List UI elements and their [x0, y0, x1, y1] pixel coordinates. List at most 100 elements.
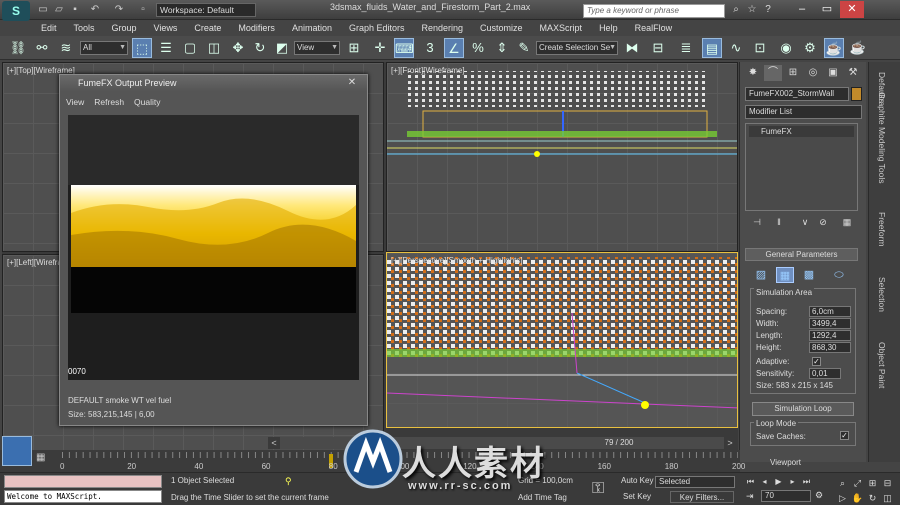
save-file-icon[interactable]: ▪ — [68, 3, 82, 17]
minimize-button[interactable]: – — [790, 1, 814, 18]
rendered-frame-window-icon[interactable]: ☕ — [824, 38, 844, 58]
hold-icon[interactable]: ▫ — [136, 3, 150, 17]
modifier-list-dropdown[interactable]: Modifier List — [745, 105, 862, 119]
window-crossing-icon[interactable]: ◫ — [204, 38, 224, 58]
move-icon[interactable]: ✥ — [228, 38, 248, 58]
app-menu-logo-icon[interactable]: S — [2, 1, 30, 21]
length-field[interactable]: 1292,4 — [809, 330, 851, 341]
pin-stack-icon[interactable]: ⊣ — [750, 216, 764, 228]
current-frame-field[interactable]: 70 — [761, 490, 811, 502]
menu-views[interactable]: Views — [143, 20, 184, 36]
maximize-button[interactable]: ▭ — [815, 1, 839, 18]
schematic-view-icon[interactable]: ⊡ — [750, 38, 770, 58]
open-mini-curve-editor-icon[interactable]: ▦ — [36, 452, 52, 466]
viewport-label[interactable]: [+][Front][Wireframe] — [391, 66, 465, 75]
zoom-all-icon[interactable]: ⤢ — [851, 477, 864, 489]
hierarchy-tab-icon[interactable]: ⊞ — [784, 65, 802, 81]
modifier-stack-item[interactable]: FumeFX — [749, 126, 854, 137]
graphite-modeling-tab[interactable]: Graphite Modeling Tools — [877, 92, 887, 184]
new-file-icon[interactable]: ▭ — [36, 3, 50, 17]
zoom-extents-icon[interactable]: ⊞ — [866, 477, 879, 489]
angle-snap-icon[interactable]: ∠ — [444, 38, 464, 58]
time-configuration-icon[interactable]: ⚙ — [815, 490, 828, 502]
mirror-icon[interactable]: ⧓ — [622, 38, 642, 58]
pivot-center-icon[interactable]: ⊞ — [344, 38, 364, 58]
unlink-icon[interactable]: ⚯ — [32, 38, 52, 58]
layer-manager-icon[interactable]: ≣ — [676, 38, 696, 58]
create-tab-icon[interactable]: ✸ — [744, 65, 762, 81]
menu-maxscript[interactable]: MAXScript — [529, 20, 589, 36]
time-slider[interactable]: < 79 / 200 > — [268, 437, 738, 449]
time-slider-next-icon[interactable]: > — [724, 437, 736, 449]
object-name-field[interactable]: FumeFX002_StormWall — [745, 87, 849, 101]
menu-group[interactable]: Group — [101, 20, 143, 36]
snaps-toggle-icon[interactable]: 3 — [420, 38, 440, 58]
set-key-button[interactable]: Set Key — [623, 492, 651, 501]
time-slider-prev-icon[interactable]: < — [268, 437, 280, 449]
menu-tools[interactable]: Tools — [63, 20, 101, 36]
height-field[interactable]: 868,30 — [809, 342, 851, 353]
fumefx-render-icon[interactable]: ▨ — [752, 267, 770, 283]
named-selection-dropdown[interactable]: Create Selection Se — [536, 41, 618, 55]
track-bar[interactable]: ▦ 0 20 40 60 80 100 120 140 160 180 200 — [0, 436, 745, 472]
viewport-rollout[interactable]: Viewport — [770, 458, 801, 467]
menu-modifiers[interactable]: Modifiers — [227, 20, 281, 36]
reference-coordinate-dropdown[interactable]: View — [294, 41, 340, 55]
render-setup-icon[interactable]: ⚙ — [800, 38, 820, 58]
edit-named-selection-icon[interactable]: ✎ — [514, 38, 534, 58]
goto-start-icon[interactable]: ⏮ — [744, 476, 757, 488]
configure-modifier-sets-icon[interactable]: ▦ — [840, 216, 854, 228]
menu-realflow[interactable]: RealFlow — [624, 20, 679, 36]
viewport-perspective[interactable]: [+][Perspective][Smooth + Highlights] — [386, 252, 738, 428]
menu-create[interactable]: Create — [183, 20, 227, 36]
redo-icon[interactable]: ↷ — [112, 3, 126, 17]
fumefx-window-title[interactable]: FumeFX Output Preview — [60, 75, 367, 91]
search-input[interactable]: Type a keyword or phrase — [583, 4, 725, 18]
spacing-field[interactable]: 6,0cm — [809, 306, 851, 317]
open-file-icon[interactable]: ▱ — [52, 3, 66, 17]
goto-end-icon[interactable]: ⏭ — [800, 476, 813, 488]
object-color-swatch[interactable] — [851, 87, 862, 101]
modify-tab-icon[interactable]: ⌒ — [764, 65, 782, 81]
maxscript-listener-input[interactable] — [4, 475, 162, 488]
display-tab-icon[interactable]: ▣ — [824, 65, 842, 81]
selection-lock-icon[interactable]: ⚲ — [285, 476, 297, 488]
render-production-icon[interactable]: ☕ — [848, 38, 868, 58]
fumefx-menu-view[interactable]: View — [66, 95, 84, 109]
modifier-stack[interactable]: FumeFX — [745, 123, 858, 211]
viewport-front[interactable]: [+][Front][Wireframe] — [386, 62, 738, 252]
spinner-snap-icon[interactable]: ⇕ — [492, 38, 512, 58]
curve-editor-icon[interactable]: ∿ — [726, 38, 746, 58]
menu-graph-editors[interactable]: Graph Editors — [338, 20, 411, 36]
motion-tab-icon[interactable]: ◎ — [804, 65, 822, 81]
bind-spacewarp-icon[interactable]: ≋ — [56, 38, 76, 58]
maxscript-listener-output[interactable]: Welcome to MAXScript. — [4, 490, 162, 503]
remove-modifier-icon[interactable]: ⊘ — [816, 216, 830, 228]
make-unique-icon[interactable]: ∨ — [798, 216, 812, 228]
object-paint-tab[interactable]: Object Paint — [877, 342, 887, 388]
select-object-icon[interactable]: ⬚ — [132, 38, 152, 58]
orbit-icon[interactable]: ↻ — [866, 492, 879, 504]
key-selection-dropdown[interactable]: Selected — [655, 476, 735, 488]
align-icon[interactable]: ⊟ — [648, 38, 668, 58]
menu-rendering[interactable]: Rendering — [411, 20, 470, 36]
key-mode-toggle-icon[interactable]: ⇥ — [746, 491, 758, 503]
save-caches-checkbox[interactable]: ✓ — [840, 431, 849, 440]
scale-icon[interactable]: ◩ — [272, 38, 292, 58]
fumefx-menu-quality[interactable]: Quality — [134, 95, 160, 109]
zoom-extents-all-icon[interactable]: ⊟ — [881, 477, 894, 489]
freeform-tab[interactable]: Freeform — [877, 212, 887, 246]
selection-tab[interactable]: Selection — [877, 277, 887, 312]
close-button[interactable]: ✕ — [840, 1, 864, 18]
menu-animation[interactable]: Animation — [281, 20, 338, 36]
prev-frame-icon[interactable]: ◂ — [758, 476, 771, 488]
set-key-icon[interactable]: ⚿ — [592, 477, 616, 501]
select-by-name-icon[interactable]: ☰ — [156, 38, 176, 58]
viewport-label[interactable]: [+][Perspective][Smooth + Highlights] — [391, 256, 523, 265]
show-end-result-icon[interactable]: ‖ — [772, 216, 786, 228]
adaptive-checkbox[interactable]: ✓ — [812, 357, 821, 366]
maximize-viewport-icon[interactable]: ◫ — [881, 492, 894, 504]
auto-key-button[interactable]: Auto Key — [621, 476, 653, 485]
undo-icon[interactable]: ↶ — [88, 3, 102, 17]
simulation-loop-button[interactable]: Simulation Loop — [752, 402, 854, 416]
